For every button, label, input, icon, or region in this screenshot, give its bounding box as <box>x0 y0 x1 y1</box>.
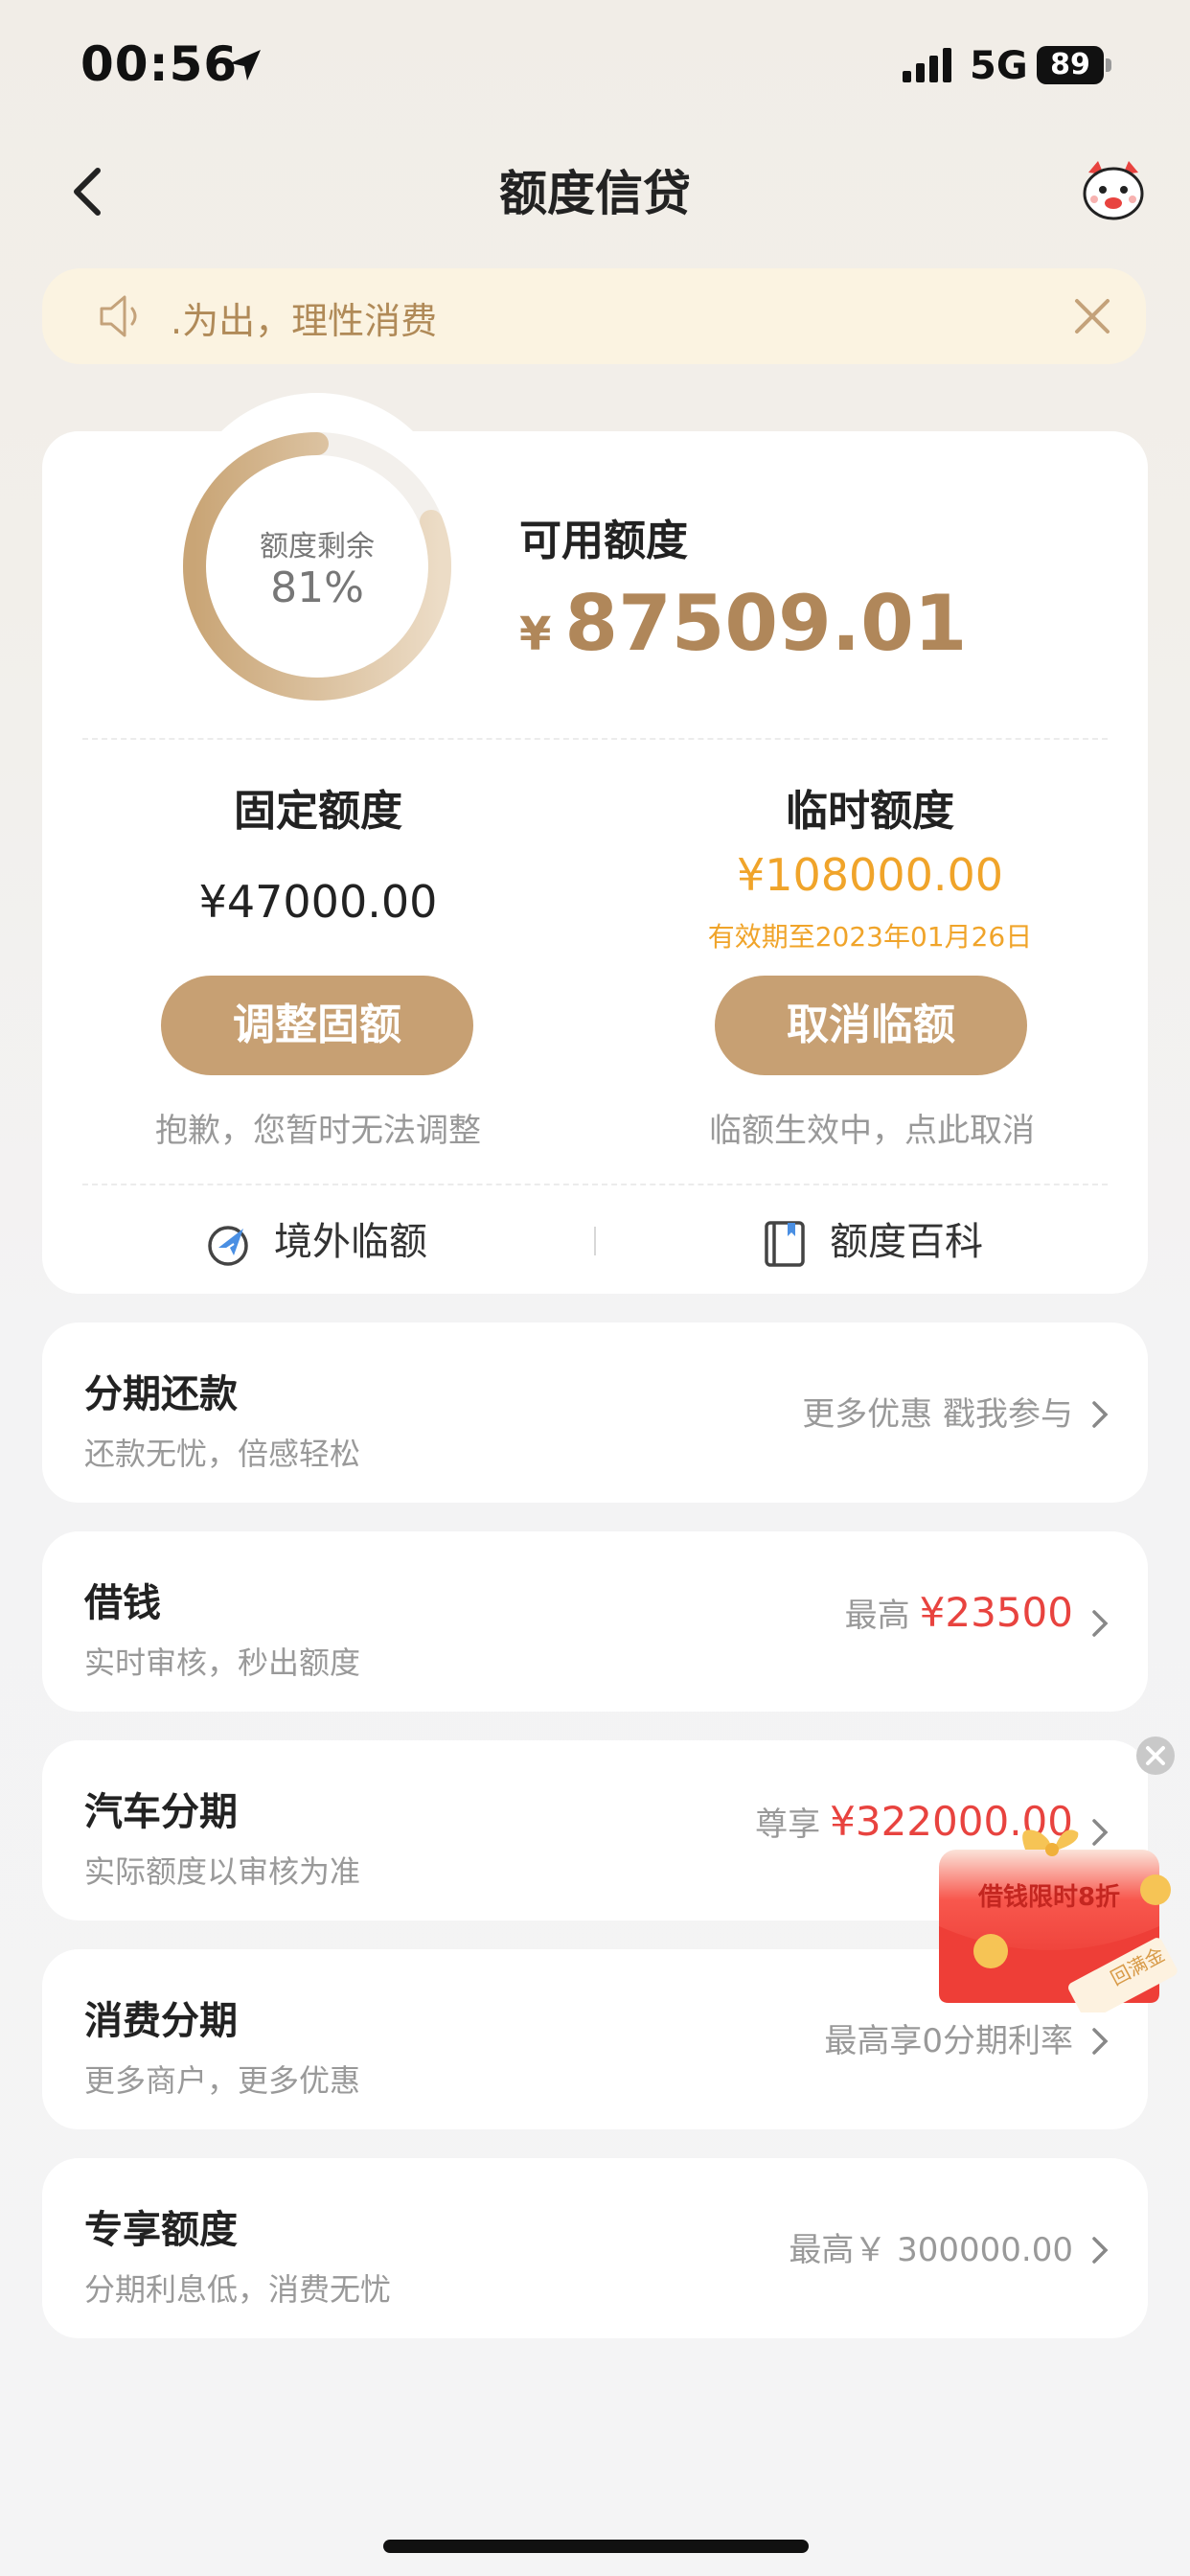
book-icon <box>765 1221 805 1267</box>
chevron-right-icon <box>1092 1401 1109 1428</box>
available-amount: ¥87509.01 <box>519 579 967 668</box>
promo-close-icon[interactable] <box>1134 1735 1177 1777</box>
list-item-title: 分期还款 <box>84 1372 238 1416</box>
page-title: 额度信贷 <box>499 166 691 221</box>
overseas-link-label: 境外临额 <box>274 1220 427 1264</box>
battery-level: 89 <box>1037 46 1104 84</box>
list-item-title: 消费分期 <box>84 1999 238 2043</box>
divider <box>82 738 1108 740</box>
wiki-link-label: 额度百科 <box>830 1220 983 1264</box>
network-type: 5G <box>970 44 1028 88</box>
ring-value: 81% <box>270 564 364 612</box>
list-item-title: 借钱 <box>84 1581 161 1625</box>
list-item-subtitle: 分期利息低，消费无忧 <box>84 2271 392 2308</box>
status-time: 00:56 <box>80 36 239 92</box>
list-item-subtitle: 还款无忧，倍感轻松 <box>84 1436 361 1472</box>
list-item-title: 专享额度 <box>84 2208 238 2252</box>
divider <box>82 1184 1108 1185</box>
speaker-icon <box>100 295 137 337</box>
list-item-subtitle: 更多商户，更多优惠 <box>84 2062 361 2099</box>
fixed-quota-title: 固定额度 <box>234 787 402 836</box>
close-icon[interactable] <box>1071 295 1113 337</box>
ring-label: 额度剩余 <box>260 530 375 564</box>
notice-bar[interactable]: .为出，理性消费 <box>42 268 1146 364</box>
currency-symbol: ¥ <box>519 608 552 661</box>
chevron-right-icon <box>1092 2028 1109 2055</box>
plane-globe-icon <box>208 1226 248 1266</box>
notice-text: .为出，理性消费 <box>171 300 438 342</box>
temp-quota-amount: ¥108000.00 <box>736 849 1004 901</box>
chevron-right-icon <box>1092 1610 1109 1637</box>
list-item-right-text: 最高享0分期利率 <box>824 2022 1073 2060</box>
cancel-temp-button[interactable]: 取消临额 <box>715 976 1027 1075</box>
list-item-subtitle: 实时审核，秒出额度 <box>84 1644 361 1681</box>
list-item-amount: ¥23500 <box>919 1589 1073 1636</box>
promo-red-packet[interactable]: 回满金 借钱限时8折 <box>910 1821 1188 2021</box>
fixed-quota-note: 抱歉，您暂时无法调整 <box>155 1112 481 1150</box>
list-item-right-text: 最高 ¥23500 <box>844 1589 1073 1636</box>
list-item-installment-repay[interactable]: 分期还款 还款无忧，倍感轻松 更多优惠 戳我参与 <box>42 1322 1148 1503</box>
adjust-fixed-button[interactable]: 调整固额 <box>161 976 473 1075</box>
list-item-title: 汽车分期 <box>84 1790 238 1834</box>
battery-icon: 89 <box>1037 46 1113 84</box>
red-packet-icon: 回满金 借钱限时8折 <box>939 1829 1178 2021</box>
list-item-exclusive-quota[interactable]: 专享额度 分期利息低，消费无忧 最高￥ 300000.00 <box>42 2158 1148 2338</box>
available-label: 可用额度 <box>519 517 688 565</box>
promo-text: 借钱限时8折 <box>977 1883 1120 1912</box>
available-value: 87509.01 <box>564 579 968 668</box>
cell-signal-icon <box>903 48 951 82</box>
location-arrow-icon <box>230 50 261 80</box>
chevron-right-icon <box>1092 2237 1109 2264</box>
list-item-right-text: 更多优惠 戳我参与 <box>802 1395 1073 1434</box>
list-item-subtitle: 实际额度以审核为准 <box>84 1853 361 1890</box>
temp-quota-validity: 有效期至2023年01月26日 <box>707 921 1033 953</box>
temp-quota-note[interactable]: 临额生效中，点此取消 <box>661 1104 1083 1151</box>
home-indicator[interactable] <box>383 2540 809 2553</box>
list-item-borrow[interactable]: 借钱 实时审核，秒出额度 最高 ¥23500 <box>42 1531 1148 1712</box>
list-item-right-text: 最高￥ 300000.00 <box>789 2231 1073 2269</box>
link-divider <box>594 1227 596 1255</box>
mascot-icon[interactable] <box>1079 159 1148 222</box>
fixed-quota-amount: ¥47000.00 <box>198 876 438 928</box>
temp-quota-title: 临时额度 <box>786 787 954 836</box>
